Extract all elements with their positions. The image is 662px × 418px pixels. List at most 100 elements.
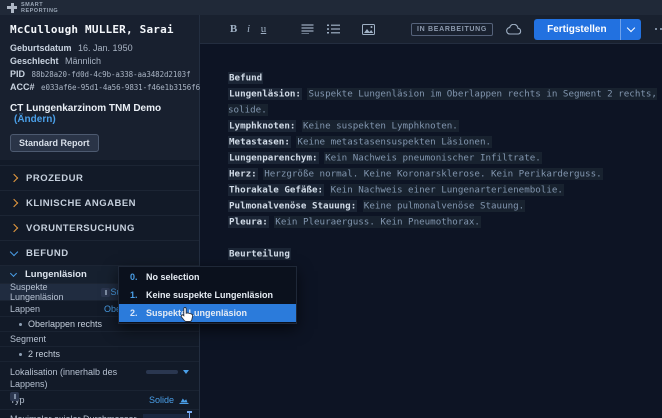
chevron-down-icon — [9, 269, 18, 277]
report-field-value[interactable]: Keine suspekten Lymphknoten. — [301, 119, 459, 132]
report-field-label[interactable]: Pleura: — [228, 215, 269, 228]
chevron-right-icon — [9, 223, 19, 232]
field-label: Maximaler axialer Durchmesser — [10, 413, 137, 418]
option-label: Keine suspekte Lungenläsion — [146, 290, 274, 300]
field-lokalisation[interactable]: Lokalisation (innerhalb des Lappens) — [0, 362, 199, 401]
section-label: BEFUND — [26, 247, 69, 259]
select-dropdown-menu: 0. No selection 1. Keine suspekte Lungen… — [118, 266, 297, 324]
pid-label: PID — [10, 69, 26, 79]
field-select-value[interactable]: Solide — [149, 395, 189, 405]
sidebar-section-voruntersuchung[interactable]: VORUNTERSUCHUNG — [0, 216, 199, 241]
chevron-down-icon — [9, 247, 19, 256]
dropdown-option-suspekte[interactable]: 2. Suspekte Lungenläsion — [119, 304, 296, 322]
plus-logo-icon — [7, 2, 17, 13]
sidebar: McCullough MULLER, Sarai Geburtsdatum 16… — [0, 15, 200, 418]
field-label: Segment — [10, 334, 47, 344]
more-options-button[interactable] — [653, 24, 662, 35]
sex-value: Männlich — [65, 56, 102, 66]
caret-down-icon — [183, 370, 189, 374]
field-label: Lokalisation (innerhalb des Lappens) — [10, 367, 118, 389]
smart-reporting-logo: SMART REPORTING — [7, 2, 58, 14]
report-field-label[interactable]: Lungenparenchym: — [228, 151, 319, 164]
standard-report-button[interactable]: Standard Report — [10, 134, 99, 152]
birthdate-row: Geburtsdatum 16. Jan. 1950 — [10, 43, 189, 53]
option-label: Suspekte Lungenläsion — [146, 308, 248, 318]
report-field-label[interactable]: Pulmonalvenöse Stauung: — [228, 199, 358, 212]
report-field-label[interactable]: Lymphknoten: — [228, 119, 297, 132]
editor-toolbar: B i u IN BEARBEITUNG Fertigstellen — [200, 15, 662, 44]
selected-item-2-rechts[interactable]: 2 rechts — [0, 347, 199, 362]
field-segment[interactable]: Segment — [0, 332, 199, 347]
report-line: Lungenläsion: Suspekte Lungenläsion im O… — [228, 86, 662, 118]
report-heading-befund: Befund — [228, 71, 264, 84]
field-label: Lappen — [10, 303, 41, 314]
sidebar-section-prozedur[interactable]: PROZEDUR — [0, 165, 199, 191]
report-field-value[interactable]: Keine pulmonalvenöse Stauung. — [362, 199, 526, 212]
shortcut-badge-icon — [101, 287, 111, 297]
field-select-value[interactable] — [146, 370, 189, 374]
ordered-list-icon[interactable] — [327, 24, 340, 34]
selected-item-label: 2 rechts — [28, 349, 61, 359]
report-heading-beurteilung: Beurteilung — [228, 247, 291, 260]
report-field-label[interactable]: Thorakale Gefäße: — [228, 183, 325, 196]
status-badge: IN BEARBEITUNG — [411, 22, 494, 36]
dropdown-option-keine-suspekte[interactable]: 1. Keine suspekte Lungenläsion — [119, 286, 296, 304]
underline-button[interactable]: u — [256, 23, 271, 35]
finish-split-button: Fertigstellen — [534, 18, 641, 40]
text-cursor-icon — [187, 411, 192, 418]
acc-label: ACC# — [10, 82, 35, 92]
chevron-right-icon — [9, 198, 19, 207]
sex-row: Geschlecht Männlich — [10, 56, 189, 66]
app-window: SMART REPORTING McCullough MULLER, Sarai… — [0, 0, 662, 418]
pid-row: PID 88b28a20-fd0d-4c9b-a338-aa3482d2103f — [10, 69, 191, 79]
finish-dropdown-button[interactable] — [619, 18, 641, 40]
report-field-value[interactable]: Herzgröße normal. Keine Koronarsklerose.… — [263, 167, 603, 180]
sidebar-section-klinische-angaben[interactable]: KLINISCHE ANGABEN — [0, 191, 199, 216]
image-icon[interactable] — [362, 23, 375, 35]
report-line: Metastasen: Keine metastasensuspekten Lä… — [228, 134, 662, 150]
mountain-icon — [179, 398, 189, 404]
patient-info-card: McCullough MULLER, Sarai Geburtsdatum 16… — [0, 15, 200, 160]
bullet-icon — [19, 352, 22, 356]
field-max-axialer-durchmesser[interactable]: Maximaler axialer Durchmesser — [0, 410, 199, 418]
change-template-link[interactable]: (Ändern) — [14, 114, 56, 125]
dropdown-option-no-selection[interactable]: 0. No selection — [119, 268, 296, 286]
section-label: KLINISCHE ANGABEN — [26, 197, 137, 209]
report-field-value[interactable]: Kein Nachweis pneumonischer Infiltrate. — [324, 151, 542, 164]
logo-text: SMART REPORTING — [21, 2, 58, 14]
diameter-input[interactable] — [143, 411, 192, 418]
report-field-label[interactable]: Metastasen: — [228, 135, 291, 148]
report-line: Thorakale Gefäße: Kein Nachweis einer Lu… — [228, 182, 662, 198]
option-label: No selection — [146, 272, 200, 282]
report-field-label[interactable]: Herz: — [228, 167, 258, 180]
cloud-sync-icon[interactable] — [506, 23, 522, 35]
report-field-value[interactable]: Kein Pleuraerguss. Kein Pneumothorax. — [274, 215, 481, 228]
report-editor[interactable]: Befund Lungenläsion: Suspekte Lungenläsi… — [200, 44, 662, 262]
template-row: CT Lungenkarzinom TNM Demo (Ändern) — [10, 103, 189, 125]
bold-button[interactable]: B — [226, 23, 241, 35]
subsection-label: Lungenläsion — [25, 269, 87, 280]
chevron-right-icon — [9, 173, 19, 182]
report-line: Herz: Herzgröße normal. Keine Koronarskl… — [228, 166, 662, 182]
italic-button[interactable]: i — [241, 23, 256, 35]
sex-label: Geschlecht — [10, 56, 59, 66]
acc-row: ACC# e033af6e-95d1-4a56-9831-f46e1b3156f… — [10, 82, 200, 92]
report-field-label[interactable]: Lungenläsion: — [228, 87, 302, 100]
report-line: Lungenparenchym: Kein Nachweis pneumonis… — [228, 150, 662, 166]
top-brand-bar: SMART REPORTING — [0, 0, 662, 15]
logo-line2: REPORTING — [21, 7, 59, 14]
acc-value: e033af6e-95d1-4a56-9831-f46e1b3156f6 — [41, 83, 200, 92]
sidebar-section-befund[interactable]: BEFUND — [0, 241, 199, 266]
option-number: 2. — [130, 308, 138, 318]
unordered-list-icon[interactable] — [301, 24, 314, 34]
report-line: Lymphknoten: Keine suspekten Lymphknoten… — [228, 118, 662, 134]
field-label: Suspekte Lungenläsion — [10, 282, 64, 302]
option-number: 1. — [130, 290, 138, 300]
report-line: Pleura: Kein Pleuraerguss. Kein Pneumoth… — [228, 214, 662, 230]
template-name: CT Lungenkarzinom TNM Demo — [10, 103, 162, 114]
report-field-value[interactable]: Keine metastasensuspekten Läsionen. — [296, 135, 493, 148]
section-label: PROZEDUR — [26, 172, 84, 184]
finish-button[interactable]: Fertigstellen — [534, 18, 620, 40]
empty-value-bar — [146, 370, 178, 374]
report-field-value[interactable]: Kein Nachweis einer Lungenarterienemboli… — [329, 183, 564, 196]
